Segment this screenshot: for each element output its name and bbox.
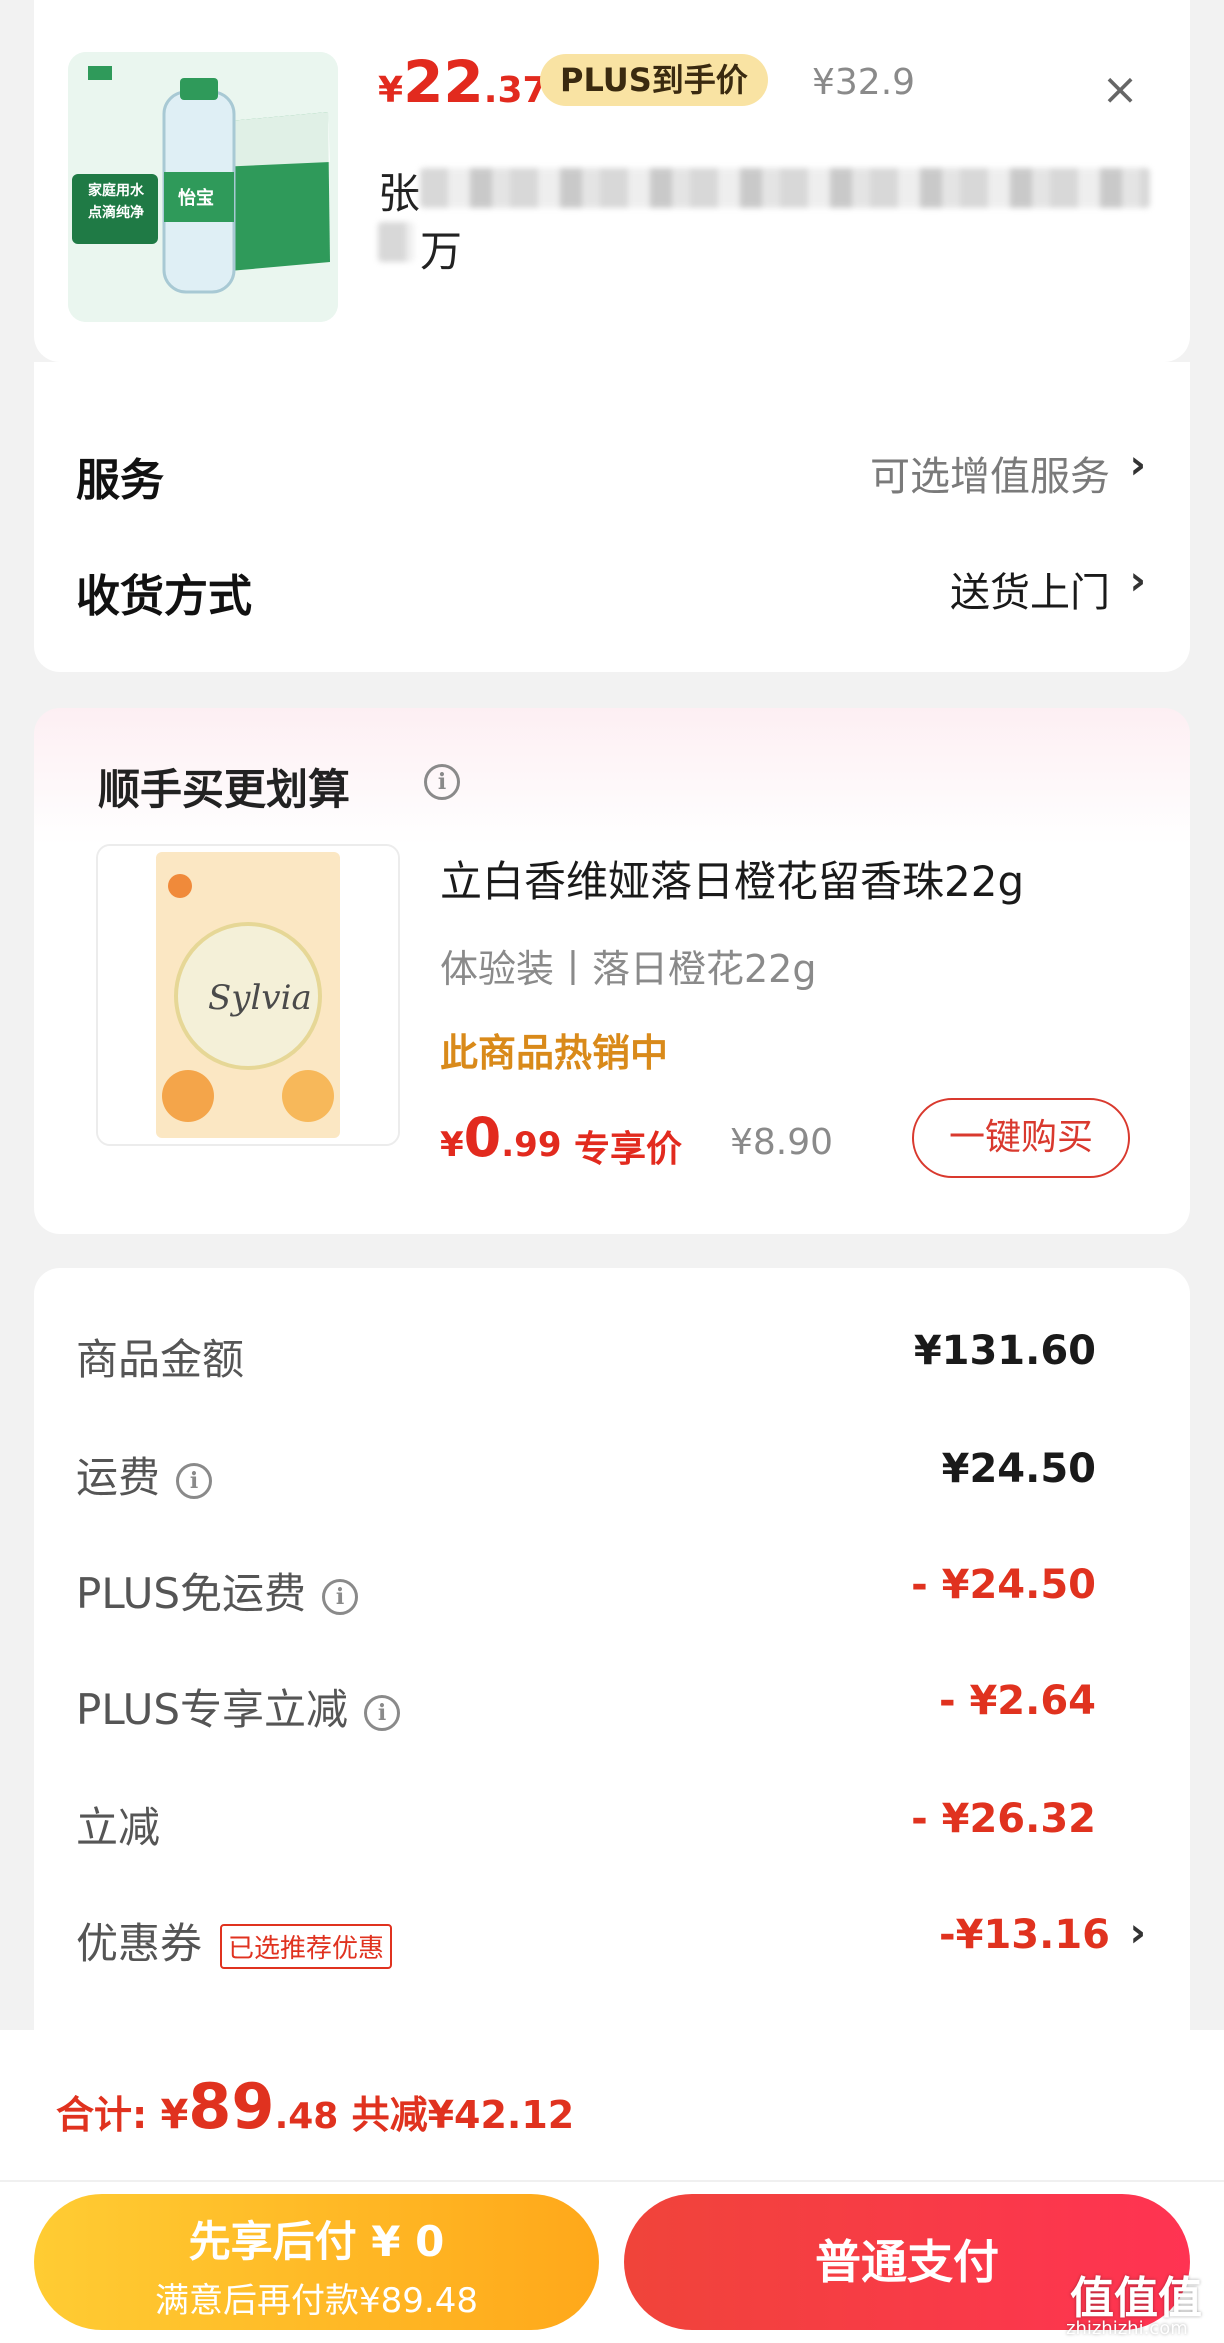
recommend-product-thumbnail[interactable]: Sylvia <box>96 844 400 1146</box>
total-integer: 89 <box>188 2070 275 2143</box>
summary-row-plus-discount-label: PLUS专享立减 <box>76 1685 349 1734</box>
footer-divider <box>0 2180 1224 2182</box>
thumb-brand-text: 怡宝 <box>178 188 214 209</box>
recommend-title: 顺手买更划算 <box>98 765 351 814</box>
delivery-value: 送货上门 <box>950 570 1110 616</box>
summary-row-shipping: 运费 i <box>76 1444 213 1505</box>
pay-later-title: 先享后付 ¥ 0 <box>188 2217 445 2266</box>
summary-row-shipping-label: 运费 <box>76 1453 161 1502</box>
service-label: 服务 <box>76 455 164 506</box>
product-name-second-line-char: 万 <box>420 227 463 276</box>
summary-row-plus-free-shipping-label: PLUS免运费 <box>76 1569 307 1618</box>
price-decimal: .99 <box>501 1125 562 1165</box>
price-integer: 22 <box>403 48 484 116</box>
plus-price-badge: PLUS到手价 <box>540 54 768 106</box>
delivery-label: 收货方式 <box>76 571 252 622</box>
watermark-logo: 值值值 <box>1070 2273 1202 2324</box>
summary-row-plus-discount: PLUS专享立减 i <box>76 1676 401 1737</box>
chevron-right-icon: › <box>1129 558 1146 604</box>
coupon-label: 优惠券 <box>76 1919 203 1968</box>
blurred-product-name-line2 <box>378 222 414 262</box>
pay-later-button[interactable]: 先享后付 ¥ 0 满意后再付款¥89.48 <box>34 2194 599 2330</box>
product-thumbnail-water[interactable]: 家庭用水 点滴纯净 怡宝 <box>68 52 338 322</box>
price-currency: ¥ <box>440 1125 464 1165</box>
order-total: 合计: ¥89.48 共减¥42.12 <box>56 2070 574 2143</box>
info-icon[interactable]: i <box>364 1694 401 1731</box>
total-currency: ¥ <box>160 2092 189 2138</box>
price-integer: 0 <box>463 1106 502 1169</box>
pay-later-subtitle: 满意后再付款¥89.48 <box>155 2281 478 2321</box>
service-selector[interactable]: 可选增值服务 › <box>850 440 1150 500</box>
coupon-recommend-badge: 已选推荐优惠 <box>220 1924 393 1969</box>
original-price: ¥32.9 <box>812 62 916 103</box>
exclusive-price-label: 专享价 <box>574 1129 683 1170</box>
recommend-product-spec: 体验装丨落日橙花22g <box>440 947 817 991</box>
blurred-product-name <box>420 168 1150 208</box>
coupon-value: -¥13.16 <box>939 1912 1110 1958</box>
recommend-original-price: ¥8.90 <box>730 1122 834 1163</box>
summary-row-goods-label: 商品金额 <box>76 1335 245 1384</box>
product-name-first-char: 张 <box>378 169 421 218</box>
service-card <box>34 362 1190 672</box>
info-icon[interactable]: i <box>322 1578 359 1615</box>
price-currency: ¥ <box>378 70 404 111</box>
recommend-thumb-brand: Sylvia <box>208 978 312 1018</box>
summary-row-shipping-value: ¥24.50 <box>941 1446 1096 1492</box>
top-price: ¥22.37 <box>378 48 548 116</box>
chevron-right-icon: › <box>1129 1910 1146 1956</box>
summary-row-coupon: 优惠券 已选推荐优惠 <box>76 1910 393 1971</box>
summary-row-instant-discount-label: 立减 <box>76 1803 161 1852</box>
info-icon[interactable]: i <box>424 764 460 800</box>
summary-row-plus-free-shipping: PLUS免运费 i <box>76 1560 359 1621</box>
chevron-right-icon: › <box>1129 442 1146 488</box>
service-value: 可选增值服务 <box>870 454 1110 500</box>
thumb-badge-text: 家庭用水 点滴纯净 <box>88 183 144 221</box>
summary-row-plus-free-shipping-value: - ¥24.50 <box>911 1562 1096 1608</box>
one-click-buy-button[interactable]: 一键购买 <box>912 1098 1130 1178</box>
recommend-product-name[interactable]: 立白香维娅落日橙花留香珠22g <box>440 848 1024 909</box>
total-decimal: .48 <box>274 2096 339 2137</box>
coupon-selector[interactable]: -¥13.16 › <box>860 1906 1150 1966</box>
close-icon[interactable]: × <box>1090 60 1150 120</box>
total-saved-text: 共减¥42.12 <box>338 2093 575 2137</box>
summary-row-plus-discount-value: - ¥2.64 <box>938 1678 1096 1724</box>
recommend-price: ¥0.99 <box>440 1106 561 1169</box>
summary-row-instant-discount-value: - ¥26.32 <box>911 1796 1096 1842</box>
delivery-selector[interactable]: 送货上门 › <box>850 556 1150 616</box>
price-decimal: .37 <box>483 70 548 111</box>
info-icon[interactable]: i <box>176 1462 213 1499</box>
hot-selling-text: 此商品热销中 <box>440 1031 669 1075</box>
total-label: 合计: <box>56 2093 161 2137</box>
summary-row-goods-value: ¥131.60 <box>913 1328 1096 1374</box>
watermark-url: zhizhizhi.com <box>1066 2318 1188 2339</box>
